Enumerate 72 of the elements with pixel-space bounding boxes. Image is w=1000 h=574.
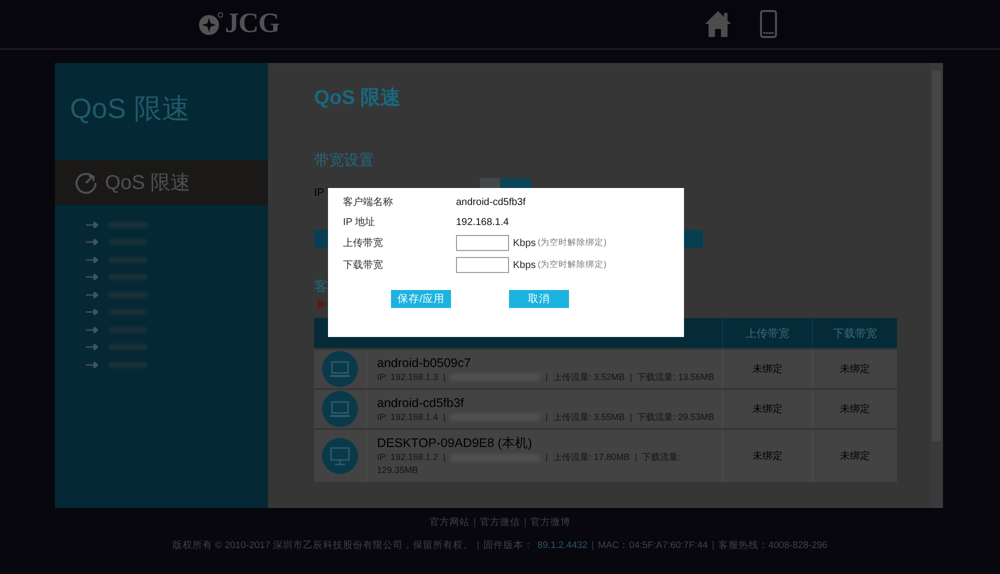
home-icon[interactable]	[704, 10, 732, 38]
laptop-icon	[322, 391, 358, 427]
arrow-icon	[86, 292, 98, 298]
field-hint: (为空时解除绑定)	[538, 237, 606, 249]
arrow-icon	[86, 239, 98, 246]
device-name: android-cd5fb3f	[377, 394, 464, 410]
device-detail: |	[545, 451, 548, 464]
footer-text: 客服热线：4008-828-296	[718, 539, 828, 553]
table-cell: 未绑定	[722, 350, 812, 388]
arrow-icon	[86, 362, 98, 368]
arrow-icon	[86, 309, 98, 316]
device-detail: |	[630, 370, 632, 384]
device-detail: |	[443, 410, 446, 424]
phone-icon[interactable]	[760, 10, 777, 38]
logo: JCG	[225, 10, 280, 38]
unit-label: Kbps	[513, 260, 536, 270]
arrow-icon	[86, 274, 98, 280]
footer-text: 版权所有 © 2010-2017 深圳市乙辰科技股份有限公司，保留所有权。	[172, 539, 473, 553]
table-cell: 未绑定	[722, 390, 812, 428]
column-header: 下载带宽	[812, 318, 897, 348]
table-cell: 未绑定	[812, 430, 897, 482]
nav-item[interactable]: QoS 限速	[55, 160, 268, 205]
input-field[interactable]	[480, 178, 500, 188]
footer-text: 固件版本：	[483, 539, 534, 553]
laptop-icon	[322, 351, 358, 387]
field-hint: (为空时解除绑定)	[538, 259, 606, 271]
device-detail: |	[443, 370, 446, 384]
device-detail: |	[545, 410, 548, 424]
field-label: IP 地址	[343, 216, 376, 229]
logo-icon	[198, 12, 223, 36]
field-value: android-cd5fb3f	[456, 196, 526, 208]
unit-label: Kbps	[513, 238, 536, 248]
section-title: 带宽设置	[314, 151, 374, 171]
footer-text: MAC：04:5F:A7:60:7F:44	[598, 539, 708, 553]
separator: |	[592, 539, 594, 553]
section-heading: 客	[314, 278, 328, 294]
gauge-icon	[75, 172, 97, 194]
save-button[interactable]: 保存/应用	[391, 290, 451, 308]
footer-link[interactable]: 官方微信	[480, 516, 520, 530]
table-cell: 未绑定	[812, 390, 897, 428]
separator: |	[712, 539, 714, 553]
device-detail: |	[634, 451, 638, 464]
footer-link[interactable]: 官方网站	[430, 516, 470, 530]
arrow-icon	[86, 256, 98, 263]
input-field[interactable]	[456, 235, 509, 251]
device-detail: |	[630, 410, 632, 424]
field-label: 上传带宽	[343, 236, 383, 250]
arrow-icon	[86, 344, 98, 350]
cancel-button[interactable]: 取消	[509, 290, 569, 308]
separator: |	[476, 539, 480, 553]
input-field[interactable]	[456, 257, 509, 273]
firmware-link[interactable]: 89.1.2.4432	[537, 539, 588, 553]
column-header: 上传带宽	[722, 318, 812, 348]
footer-link[interactable]: 官方微博	[530, 516, 570, 530]
page-title: QoS 限速	[314, 86, 401, 111]
table-cell: 未绑定	[812, 350, 897, 388]
device-name: android-b0509c7	[377, 354, 471, 370]
arrow-icon	[86, 326, 98, 333]
field-value: 192.168.1.4	[456, 216, 509, 228]
arrow-icon	[86, 222, 98, 228]
triangle-icon	[318, 299, 326, 309]
device-detail: |	[443, 451, 446, 464]
device-name: DESKTOP-09AD9E8 (本机)	[377, 435, 532, 451]
table-cell: 未绑定	[722, 430, 812, 482]
field-label: 下载带宽	[343, 258, 383, 272]
separator: |	[474, 516, 476, 530]
field-label: 客户端名称	[343, 196, 393, 209]
monitor-icon	[322, 438, 358, 474]
partial-button[interactable]	[500, 178, 531, 188]
scrollbar[interactable]	[930, 63, 943, 508]
device-detail: |	[545, 370, 548, 384]
separator: |	[524, 516, 526, 530]
